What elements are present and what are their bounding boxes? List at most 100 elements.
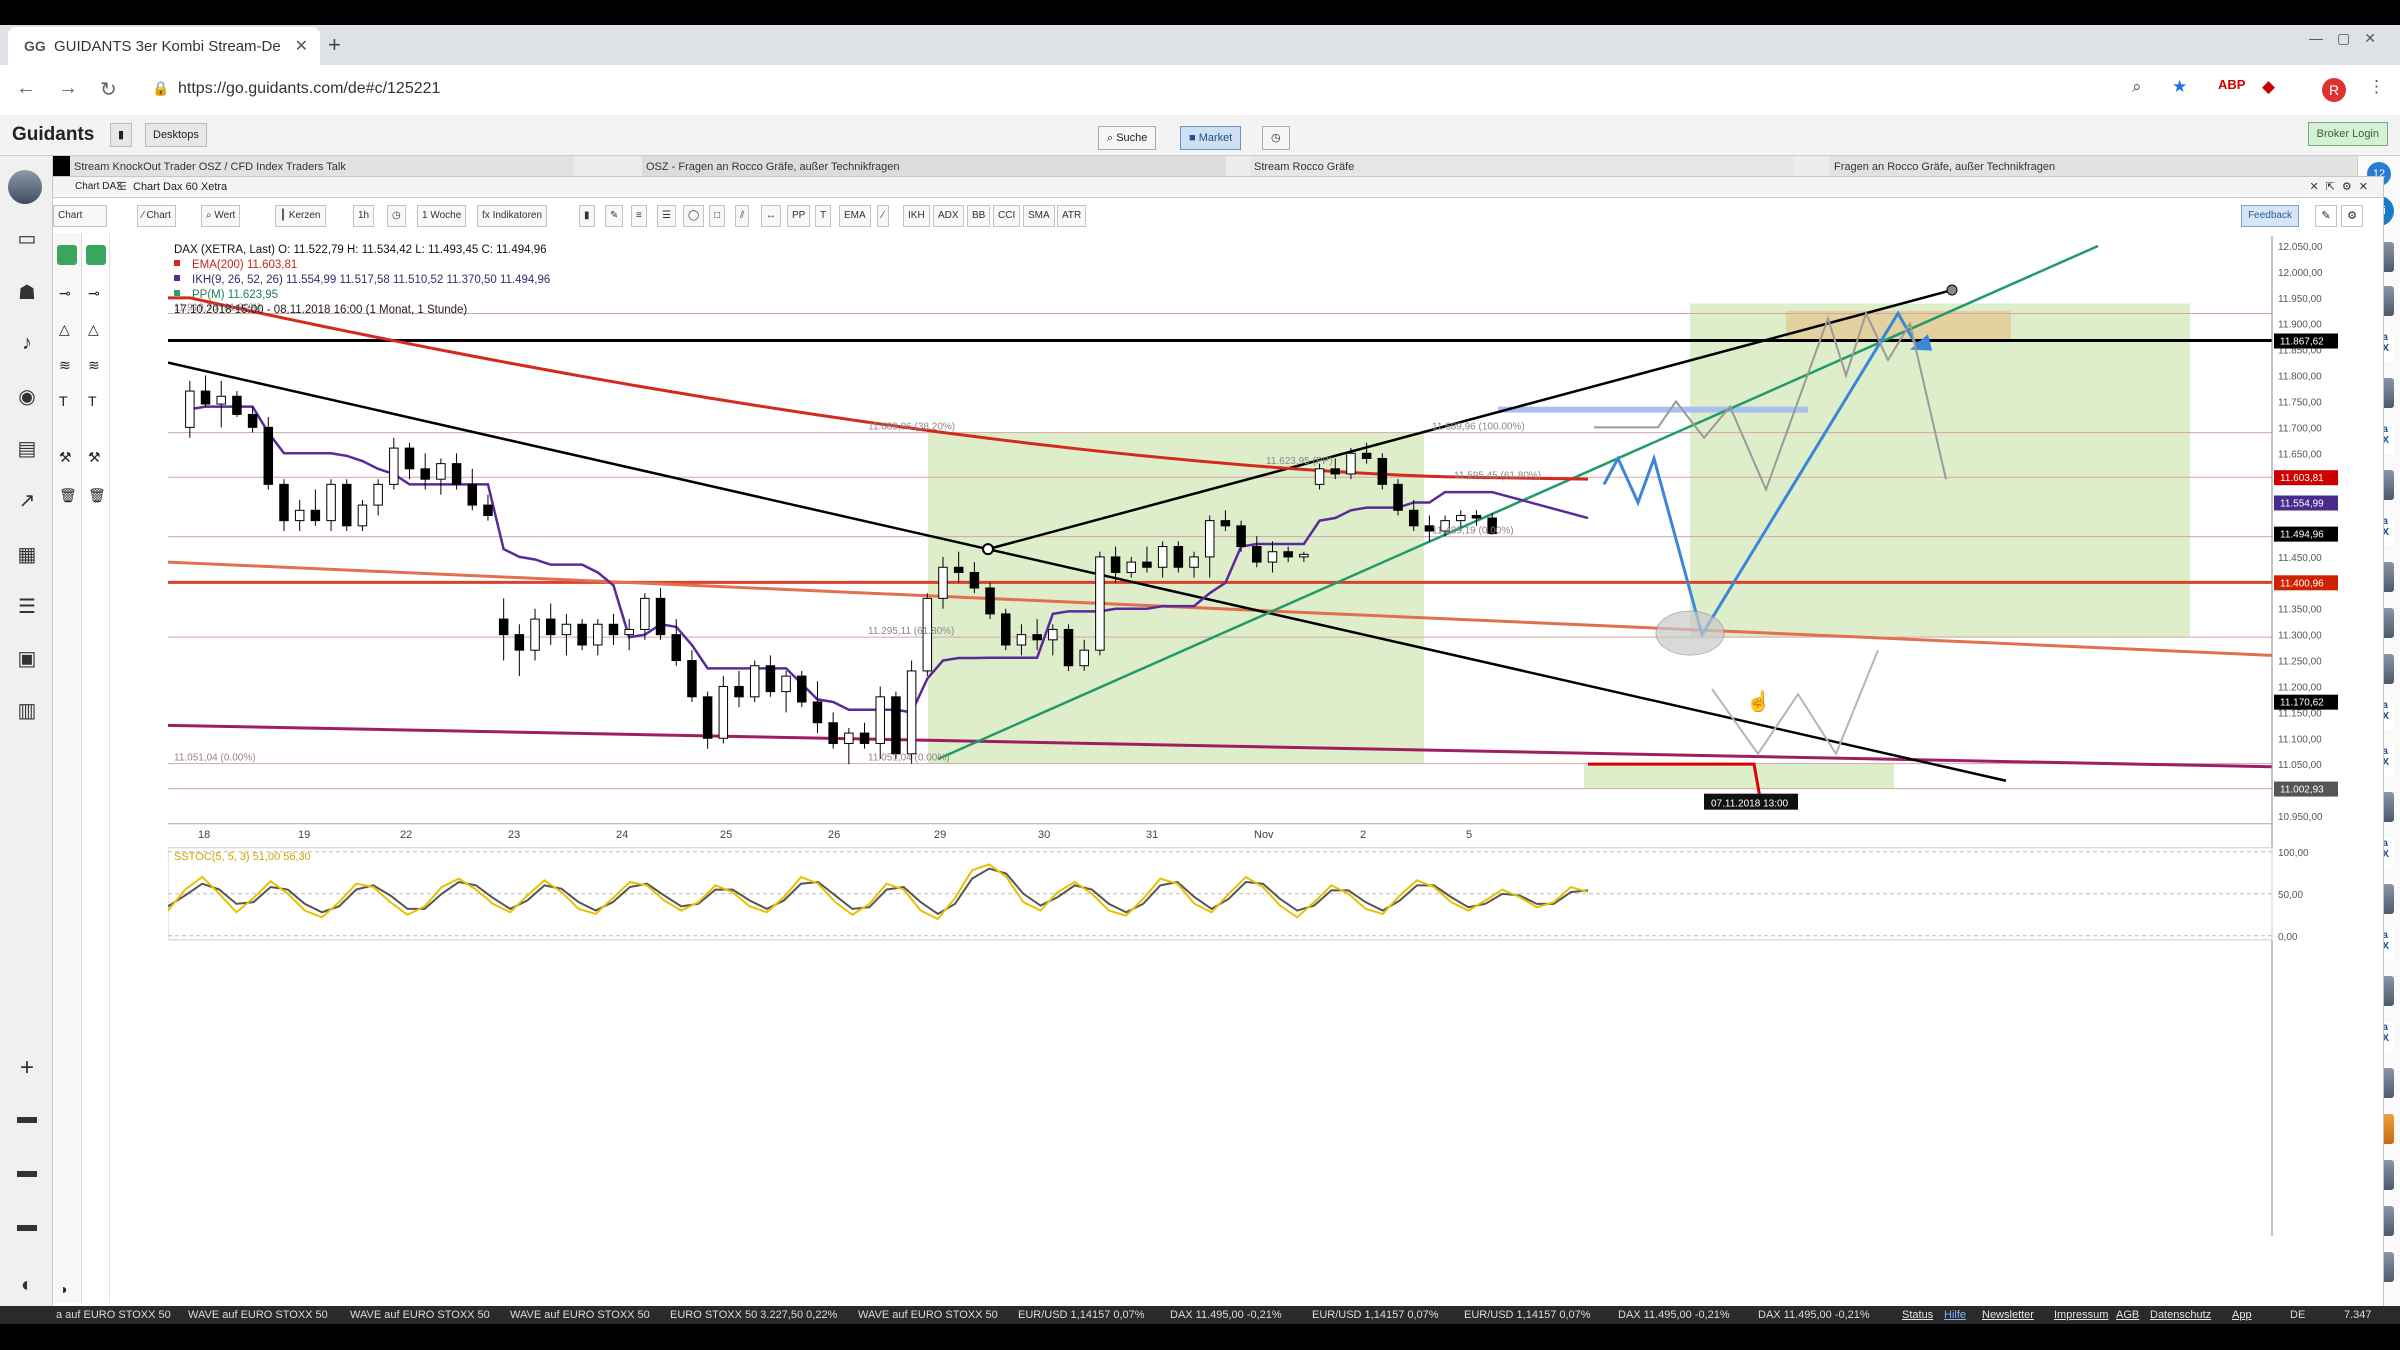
ticker-item[interactable]: EUR/USD 1,14157 0,07% — [1018, 1306, 1145, 1324]
bookmark-icon[interactable]: ▮ — [110, 123, 133, 147]
ticker-item[interactable]: DAX 11.495,00 -0,21% — [1170, 1306, 1282, 1324]
ticker-item[interactable]: DAX 11.495,00 -0,21% — [1618, 1306, 1730, 1324]
add-icon[interactable]: + — [15, 1054, 39, 1082]
user-avatar[interactable] — [8, 170, 42, 204]
price-chart[interactable]: 07.11.2018 13:00☝11.919,73 (61.80%)11.68… — [168, 236, 2340, 1286]
bookmark-star-icon[interactable]: ★ — [2172, 77, 2187, 97]
clock-button[interactable]: ◷ — [1262, 126, 1290, 150]
forward-icon[interactable]: → — [58, 77, 78, 100]
chart-mini-tab[interactable]: Chart — [53, 205, 107, 227]
footer-link[interactable]: Datenschutz — [2150, 1306, 2211, 1324]
footer-link[interactable]: Status — [1902, 1306, 1933, 1324]
triangle-tool-icon[interactable]: △ — [88, 321, 99, 338]
stream-tab[interactable]: Stream Rocco Gräfe — [1250, 156, 1794, 178]
green-tool-icon[interactable] — [57, 245, 77, 265]
channel-tool-icon[interactable]: ⫽ — [735, 205, 750, 227]
ticker-item[interactable]: WAVE auf EURO STOXX 50 — [350, 1306, 490, 1324]
arrow-tool-icon[interactable]: ↔ — [761, 205, 781, 227]
adx-button[interactable]: ADX — [933, 205, 964, 227]
fib-tool-icon[interactable]: ≡ — [631, 205, 647, 227]
reload-icon[interactable]: ↻ — [100, 77, 117, 102]
window-actions[interactable]: ✕⇱⚙✕ — [2309, 177, 2375, 197]
trash-icon[interactable]: 🗑 — [59, 487, 77, 504]
feedback-button[interactable]: Feedback — [2241, 205, 2299, 227]
ticker-item[interactable]: WAVE auf EURO STOXX 50 — [858, 1306, 998, 1324]
interval-button[interactable]: 1h — [353, 205, 375, 227]
close-tab-icon[interactable]: ✕ — [295, 36, 308, 56]
portfolio-icon[interactable]: ▤ — [15, 436, 39, 461]
stream-tab[interactable]: Fragen an Rocco Gräfe, außer Technikfrag… — [1830, 156, 2394, 178]
monitor-icon[interactable]: ▭ — [15, 226, 39, 251]
ellipse-tool-icon[interactable]: ◯ — [683, 205, 705, 227]
browser-tab[interactable]: GG GUIDANTS 3er Kombi Stream-De ✕ — [8, 27, 320, 65]
wert-button[interactable]: ⌕ Wert — [201, 205, 241, 227]
crosshair-icon[interactable]: ⊸ — [59, 285, 71, 302]
text-side-icon[interactable]: T — [59, 393, 68, 409]
document-icon[interactable]: ▦ — [15, 542, 39, 567]
settings-icon[interactable]: ⚙ — [2341, 205, 2363, 227]
calendar-icon[interactable]: ▣ — [15, 646, 39, 671]
broker-login-button[interactable]: Broker Login — [2307, 122, 2388, 146]
text-side-icon[interactable]: T — [88, 393, 97, 409]
ema-button[interactable]: EMA — [839, 205, 871, 227]
cci-button[interactable]: CCI — [993, 205, 1021, 227]
rect-tool-icon[interactable]: □ — [709, 205, 726, 227]
chart-button[interactable]: ⁄ Chart — [137, 205, 176, 227]
url-field[interactable]: https://go.guidants.com/de#c/125221 — [178, 80, 440, 98]
ticker-item[interactable]: a auf EURO STOXX 50 — [56, 1306, 171, 1324]
folder-f-icon[interactable]: ▬ — [15, 1160, 39, 1183]
contrast-small-icon[interactable]: ◑ — [59, 1281, 67, 1297]
zoom-icon[interactable]: ⌕ — [2132, 77, 2142, 97]
folder-v-icon[interactable]: ▬ — [15, 1214, 39, 1237]
brush-icon[interactable]: ✎ — [2315, 205, 2337, 227]
fib-side-icon[interactable]: ≋ — [59, 357, 71, 374]
extension-icon[interactable]: ◆ — [2262, 77, 2275, 97]
footer-link[interactable]: App — [2232, 1306, 2252, 1324]
footer-link[interactable]: Newsletter — [1982, 1306, 2034, 1324]
footer-link[interactable]: Impressum — [2054, 1306, 2108, 1324]
indicators-button[interactable]: fx Indikatoren — [477, 205, 548, 227]
range-button[interactable]: 1 Woche — [417, 205, 467, 227]
hline-tool-icon[interactable]: ☰ — [657, 205, 676, 227]
stream-tab[interactable]: Stream KnockOut Trader OSZ / CFD Index T… — [70, 156, 574, 178]
stream-tab[interactable]: OSZ - Fragen an Rocco Gräfe, außer Techn… — [642, 156, 1226, 178]
line-tool-icon[interactable]: ⁄ — [877, 205, 889, 227]
eye-icon[interactable]: ◉ — [15, 384, 39, 409]
window-menu-icon[interactable]: ☰ — [117, 177, 127, 197]
window-controls[interactable]: —▢✕ — [2309, 30, 2390, 47]
candles-button[interactable]: ┃ Kerzen — [275, 205, 326, 227]
footer-link[interactable]: Hilfe — [1944, 1306, 1966, 1324]
bell-icon[interactable]: ♪ — [15, 332, 39, 355]
clock-tool-icon[interactable]: ◷ — [387, 205, 406, 227]
ticker-item[interactable]: DAX 11.495,00 -0,21% — [1758, 1306, 1870, 1324]
ticker-item[interactable]: EURO STOXX 50 3.227,50 0,22% — [670, 1306, 837, 1324]
search-button[interactable]: ⌕ Suche — [1098, 126, 1157, 150]
news-icon[interactable]: ▥ — [15, 698, 39, 723]
green-tool-icon[interactable] — [86, 245, 106, 265]
tools-icon[interactable]: ⚒ — [88, 449, 101, 466]
fib-side-icon[interactable]: ≋ — [88, 357, 100, 374]
text-tool-icon[interactable]: T — [815, 205, 832, 227]
ticker-item[interactable]: WAVE auf EURO STOXX 50 — [188, 1306, 328, 1324]
ticker-item[interactable]: EUR/USD 1,14157 0,07% — [1464, 1306, 1591, 1324]
tools-icon[interactable]: ⚒ — [59, 449, 72, 466]
market-button[interactable]: ■ Market — [1180, 126, 1242, 150]
pen-tool-icon[interactable]: ✎ — [605, 205, 624, 227]
ticker-item[interactable]: EUR/USD 1,14157 0,07% — [1312, 1306, 1439, 1324]
new-tab-icon[interactable]: + — [328, 32, 341, 58]
ticker-item[interactable]: WAVE auf EURO STOXX 50 — [510, 1306, 650, 1324]
desktops-button[interactable]: Desktops — [145, 123, 207, 147]
atr-button[interactable]: ATR — [1057, 205, 1087, 227]
language-select[interactable]: DE — [2290, 1306, 2305, 1324]
triangle-tool-icon[interactable]: △ — [59, 321, 70, 338]
adblock-icon[interactable]: ABP — [2218, 77, 2245, 92]
contrast-icon[interactable]: ◐ — [15, 1274, 39, 1297]
marker-tool-icon[interactable]: ▮ — [579, 205, 595, 227]
folder-a-icon[interactable]: ▬ — [15, 1106, 39, 1129]
trash-icon[interactable]: 🗑 — [88, 487, 106, 504]
guidants-logo[interactable]: Guidants — [12, 124, 94, 146]
crosshair-icon[interactable]: ⊸ — [88, 285, 100, 302]
footer-link[interactable]: AGB — [2116, 1306, 2139, 1324]
ikh-button[interactable]: IKH — [903, 205, 930, 227]
profile-avatar[interactable]: R — [2322, 78, 2346, 102]
